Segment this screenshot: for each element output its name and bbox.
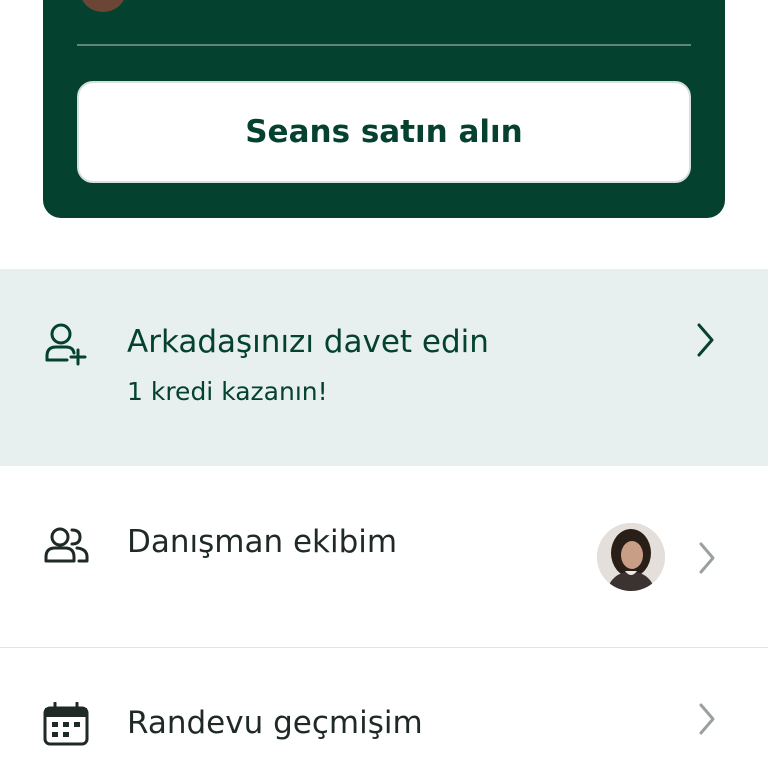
invite-subtitle: 1 kredi kazanın! xyxy=(127,377,328,406)
appointment-history-label: Randevu geçmişim xyxy=(127,705,423,741)
advisor-avatar xyxy=(597,523,665,591)
advisor-team-label: Danışman ekibim xyxy=(127,524,398,560)
chevron-right-icon xyxy=(697,323,714,357)
chevron-right-icon xyxy=(699,703,715,735)
people-icon xyxy=(44,527,89,563)
invite-title: Arkadaşınızı davet edin xyxy=(127,324,489,360)
calendar-icon xyxy=(43,702,89,746)
card-divider xyxy=(77,44,691,46)
chevron-right-icon xyxy=(699,542,715,574)
buy-session-button[interactable]: Seans satın alın xyxy=(77,81,691,183)
invite-friend-row[interactable] xyxy=(0,269,768,466)
add-user-icon xyxy=(45,323,87,366)
